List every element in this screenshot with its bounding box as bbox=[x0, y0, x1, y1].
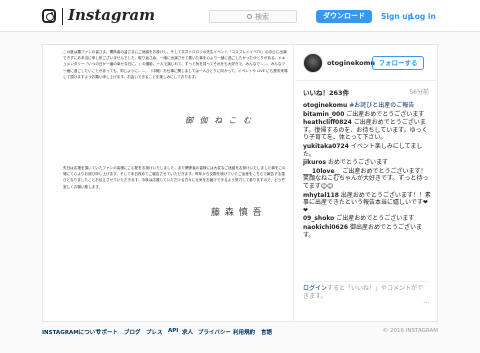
instagram-camera-icon[interactable] bbox=[42, 9, 56, 23]
comment-item: yukitaka0724 イベント楽しみにしてました。 bbox=[303, 143, 431, 158]
comment-hashtag[interactable]: #お詫びと出産のご報告 bbox=[349, 102, 414, 109]
download-button[interactable]: ダウンロード bbox=[316, 10, 372, 23]
search-icon bbox=[247, 14, 252, 19]
comment-username[interactable]: jikuros bbox=[303, 159, 326, 166]
comment-username[interactable]: ___10love__ bbox=[303, 168, 341, 175]
footer-link-api[interactable]: API bbox=[168, 328, 178, 334]
comment-item: bitamin_000 ご出産おめでとうございます bbox=[303, 111, 431, 119]
comment-item: heathcliff0824 ご出産おめでとうございます。復帰するのを、お待ちし… bbox=[303, 119, 431, 142]
signature-fujimori: 藤 森 慎 吾 bbox=[211, 208, 263, 218]
comment-item: 09_shoko ご出産おめでとうございます bbox=[303, 215, 431, 223]
letter-text-bottom: 先日は応援を頂いていたファンの皆様にご心配をお掛けいたしました。また関係者の皆様… bbox=[63, 166, 286, 189]
comment-username[interactable]: otoginekomu bbox=[303, 102, 347, 109]
post-header: otoginekomu フォローする bbox=[295, 45, 438, 81]
comment-item: jikuros おめでとうございます bbox=[303, 159, 431, 167]
footer: INSTAGRAMについて サポート ブログ プレス API 求人 プライバシー… bbox=[42, 328, 438, 338]
comment-text: おめでとうございます bbox=[327, 159, 388, 167]
comment-username[interactable]: heathcliff0824 bbox=[303, 119, 352, 126]
footer-link-privacy[interactable]: プライバシー bbox=[198, 328, 231, 336]
comment-username[interactable]: 09_shoko bbox=[303, 215, 334, 222]
search-input[interactable]: 検索 bbox=[209, 10, 297, 23]
post-card: この度は羅ファンの皆さま、関係者の皆さまにご迷惑をお掛けし、そして平井ドロロジの… bbox=[42, 44, 438, 322]
login-prompt: ログインすると「いいね！」やコメントができます。 bbox=[303, 281, 429, 300]
footer-link-language[interactable]: 言語 bbox=[261, 328, 272, 336]
login-prompt-link[interactable]: ログイン bbox=[303, 285, 327, 292]
nav-separator: / bbox=[405, 12, 408, 21]
post-username[interactable]: otoginekomu bbox=[327, 59, 375, 67]
avatar[interactable] bbox=[303, 53, 323, 73]
footer-link-about[interactable]: INSTAGRAMについて bbox=[42, 328, 101, 336]
likes-row: いいね！263件 56分前 bbox=[303, 87, 429, 97]
login-link[interactable]: Log in bbox=[410, 12, 436, 21]
post-time[interactable]: 56分前 bbox=[409, 87, 429, 96]
comment-item: naokichi0626 御出産おめでとうございます。 bbox=[303, 224, 431, 239]
copyright: © 2016 INSTAGRAM bbox=[382, 328, 438, 334]
comment-list: otoginekomu #お詫びと出産のご報告 bitamin_000 ご出産お… bbox=[303, 102, 431, 240]
instagram-wordmark[interactable]: Instagram bbox=[68, 6, 155, 24]
logo-divider bbox=[62, 8, 63, 25]
top-navigation-bar: Instagram 検索 ダウンロード Sign up / Log in bbox=[0, 0, 480, 32]
likes-count[interactable]: いいね！263件 bbox=[303, 87, 349, 97]
post-sidebar: otoginekomu フォローする いいね！263件 56分前 otogine… bbox=[295, 45, 438, 321]
signature-nekomu: 御 伽 ね こ む bbox=[185, 116, 254, 125]
footer-link-press[interactable]: プレス bbox=[146, 328, 163, 336]
footer-link-jobs[interactable]: 求人 bbox=[182, 328, 193, 336]
letter-text-top: この度は羅ファンの皆さま、関係者の皆さまにご迷惑をお掛けし、そして平井ドロロジの… bbox=[63, 50, 288, 79]
comment-username[interactable]: bitamin_000 bbox=[303, 111, 344, 118]
footer-link-support[interactable]: サポート bbox=[96, 328, 118, 336]
comment-text: ご出産おめでとうございます bbox=[336, 215, 415, 223]
comment-username[interactable]: mhytal118 bbox=[303, 192, 339, 199]
comment-item: mhytal118 出産おめでとうございます！！素事に出産できたという報告本当に… bbox=[303, 192, 431, 215]
footer-link-terms[interactable]: 利用規約 bbox=[233, 328, 255, 336]
comment-username[interactable]: yukitaka0724 bbox=[303, 143, 349, 150]
signup-link[interactable]: Sign up bbox=[381, 12, 413, 21]
follow-button[interactable]: フォローする bbox=[372, 56, 424, 70]
search-placeholder: 検索 bbox=[255, 13, 269, 21]
post-image[interactable]: この度は羅ファンの皆さま、関係者の皆さまにご迷惑をお掛けし、そして平井ドロロジの… bbox=[43, 45, 294, 321]
comment-item: ___10love__ ご出産おめでとうございます！笑顔なねこむちゃんが大好きで… bbox=[303, 168, 431, 191]
footer-link-blog[interactable]: ブログ bbox=[124, 328, 141, 336]
comment-username[interactable]: naokichi0626 bbox=[303, 224, 348, 231]
more-options-icon[interactable]: … bbox=[423, 297, 430, 305]
comment-text: ご出産おめでとうございます bbox=[346, 110, 425, 118]
comment-item: otoginekomu #お詫びと出産のご報告 bbox=[303, 102, 431, 110]
